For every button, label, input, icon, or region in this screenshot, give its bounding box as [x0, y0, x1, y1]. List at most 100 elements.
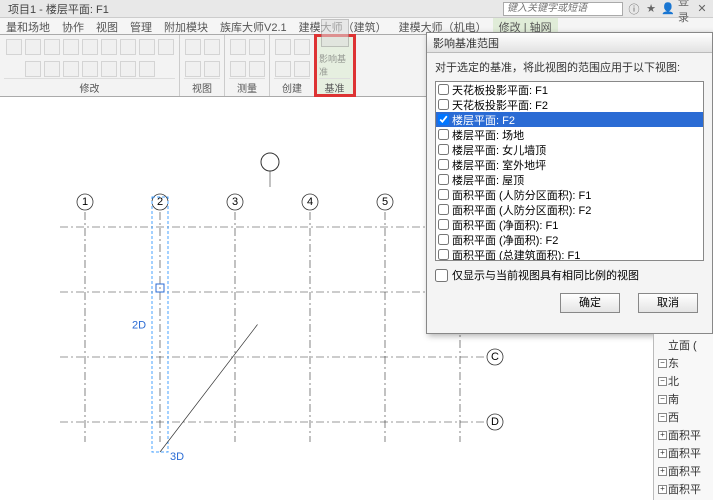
tool-icon[interactable]: [158, 39, 174, 55]
view-list-item[interactable]: 面积平面 (人防分区面积): F2: [436, 202, 703, 217]
search-input[interactable]: [503, 2, 623, 16]
view-label: 天花板投影平面: F2: [452, 97, 548, 113]
info-icon[interactable]: ⓘ: [627, 2, 641, 16]
view-list-item[interactable]: 楼层平面: F2: [436, 112, 703, 127]
ribbon-panel: 测量: [225, 35, 270, 96]
ok-button[interactable]: 确定: [560, 293, 620, 313]
view-checkbox[interactable]: [438, 189, 449, 200]
tool-icon[interactable]: [44, 61, 60, 77]
view-checkbox[interactable]: [438, 144, 449, 155]
svg-text:4: 4: [307, 196, 313, 208]
svg-text:2: 2: [157, 196, 163, 208]
project-browser[interactable]: 立面 (东北南西面积平面积平面积平面积平图例明细表图纸 (: [653, 334, 713, 500]
login-link[interactable]: 登录: [678, 2, 692, 16]
tool-icon[interactable]: [204, 39, 220, 55]
view-list-item[interactable]: 楼层平面: 场地: [436, 127, 703, 142]
view-label: 天花板投影平面: F1: [452, 82, 548, 98]
cancel-button[interactable]: 取消: [638, 293, 698, 313]
tool-icon[interactable]: [120, 39, 136, 55]
tree-node[interactable]: 面积平: [656, 480, 713, 498]
view-checkbox[interactable]: [438, 159, 449, 170]
tool-icon[interactable]: [230, 61, 246, 77]
ribbon-tab[interactable]: 视图: [90, 18, 124, 34]
view-label: 楼层平面: 女儿墙顶: [452, 142, 546, 158]
view-checkbox[interactable]: [438, 84, 449, 95]
tool-icon[interactable]: [139, 61, 155, 77]
tool-icon[interactable]: [249, 61, 265, 77]
tool-icon[interactable]: [204, 61, 220, 77]
panel-label: 测量: [229, 78, 265, 96]
tool-icon[interactable]: [82, 61, 98, 77]
only-same-scale-checkbox[interactable]: [435, 269, 448, 282]
tool-icon[interactable]: [275, 39, 291, 55]
view-list-item[interactable]: 楼层平面: 屋顶: [436, 172, 703, 187]
tool-icon[interactable]: [101, 39, 117, 55]
close-icon[interactable]: ✕: [695, 2, 709, 16]
tree-node[interactable]: 立面 (: [656, 336, 713, 354]
view-checkbox[interactable]: [438, 114, 449, 125]
user-icon[interactable]: 👤: [661, 2, 675, 16]
svg-text:3: 3: [232, 196, 238, 208]
tool-icon[interactable]: [82, 39, 98, 55]
tool-icon[interactable]: [63, 61, 79, 77]
ribbon-tab[interactable]: 族库大师V2.1: [214, 18, 293, 34]
view-label: 楼层平面: F2: [452, 112, 515, 128]
ribbon-panel: 视图: [180, 35, 225, 96]
ribbon-panel: 创建: [270, 35, 315, 96]
view-list[interactable]: 天花板投影平面: F1天花板投影平面: F2楼层平面: F2楼层平面: 场地楼层…: [435, 81, 704, 261]
ribbon-tab[interactable]: 附加模块: [158, 18, 214, 34]
tool-icon[interactable]: [25, 61, 41, 77]
view-checkbox[interactable]: [438, 204, 449, 215]
view-list-item[interactable]: 面积平面 (净面积): F1: [436, 217, 703, 232]
tree-node[interactable]: 西: [656, 408, 713, 426]
view-label: 楼层平面: 场地: [452, 127, 524, 143]
panel-label: 基准: [319, 78, 350, 96]
ribbon-tab[interactable]: 量和场地: [0, 18, 56, 34]
tool-icon[interactable]: [44, 39, 60, 55]
tool-icon[interactable]: [249, 39, 265, 55]
view-list-item[interactable]: 天花板投影平面: F1: [436, 82, 703, 97]
svg-text:2D: 2D: [132, 320, 146, 332]
ribbon-tab[interactable]: 协作: [56, 18, 90, 34]
tool-icon[interactable]: [185, 39, 201, 55]
view-list-item[interactable]: 楼层平面: 室外地坪: [436, 157, 703, 172]
tool-icon[interactable]: [120, 61, 136, 77]
tool-icon[interactable]: [63, 39, 79, 55]
view-checkbox[interactable]: [438, 219, 449, 230]
tool-icon[interactable]: [275, 61, 291, 77]
tool-icon[interactable]: [101, 61, 117, 77]
view-checkbox[interactable]: [438, 174, 449, 185]
tree-node[interactable]: 面积平: [656, 426, 713, 444]
tool-icon[interactable]: [230, 39, 246, 55]
ribbon-panel: 修改: [0, 35, 180, 96]
svg-text:D: D: [491, 416, 499, 428]
tool-icon[interactable]: [294, 61, 310, 77]
view-label: 楼层平面: 屋顶: [452, 172, 524, 188]
view-checkbox[interactable]: [438, 99, 449, 110]
view-checkbox[interactable]: [438, 129, 449, 140]
view-list-item[interactable]: 面积平面 (净面积): F2: [436, 232, 703, 247]
view-list-item[interactable]: 面积平面 (人防分区面积): F1: [436, 187, 703, 202]
tree-node[interactable]: 北: [656, 372, 713, 390]
tool-icon[interactable]: [185, 61, 201, 77]
view-list-item[interactable]: 楼层平面: 女儿墙顶: [436, 142, 703, 157]
tree-node[interactable]: 面积平: [656, 444, 713, 462]
panel-label: 创建: [274, 78, 310, 96]
star-icon[interactable]: ★: [644, 2, 658, 16]
tool-icon[interactable]: [139, 39, 155, 55]
tool-icon[interactable]: [6, 39, 22, 55]
tool-icon[interactable]: [25, 39, 41, 55]
ribbon-tab[interactable]: 管理: [124, 18, 158, 34]
view-list-item[interactable]: 面积平面 (总建筑面积): F1: [436, 247, 703, 261]
view-checkbox[interactable]: [438, 249, 449, 260]
tree-node[interactable]: 东: [656, 354, 713, 372]
view-list-item[interactable]: 天花板投影平面: F2: [436, 97, 703, 112]
tree-node[interactable]: 面积平: [656, 462, 713, 480]
scope-grid-icon[interactable]: [321, 19, 349, 47]
view-checkbox[interactable]: [438, 234, 449, 245]
tool-icon[interactable]: [294, 39, 310, 55]
tree-node[interactable]: 南: [656, 390, 713, 408]
svg-text:5: 5: [382, 196, 388, 208]
view-label: 面积平面 (人防分区面积): F2: [452, 202, 591, 218]
dialog-title: 影响基准范围: [427, 33, 712, 53]
